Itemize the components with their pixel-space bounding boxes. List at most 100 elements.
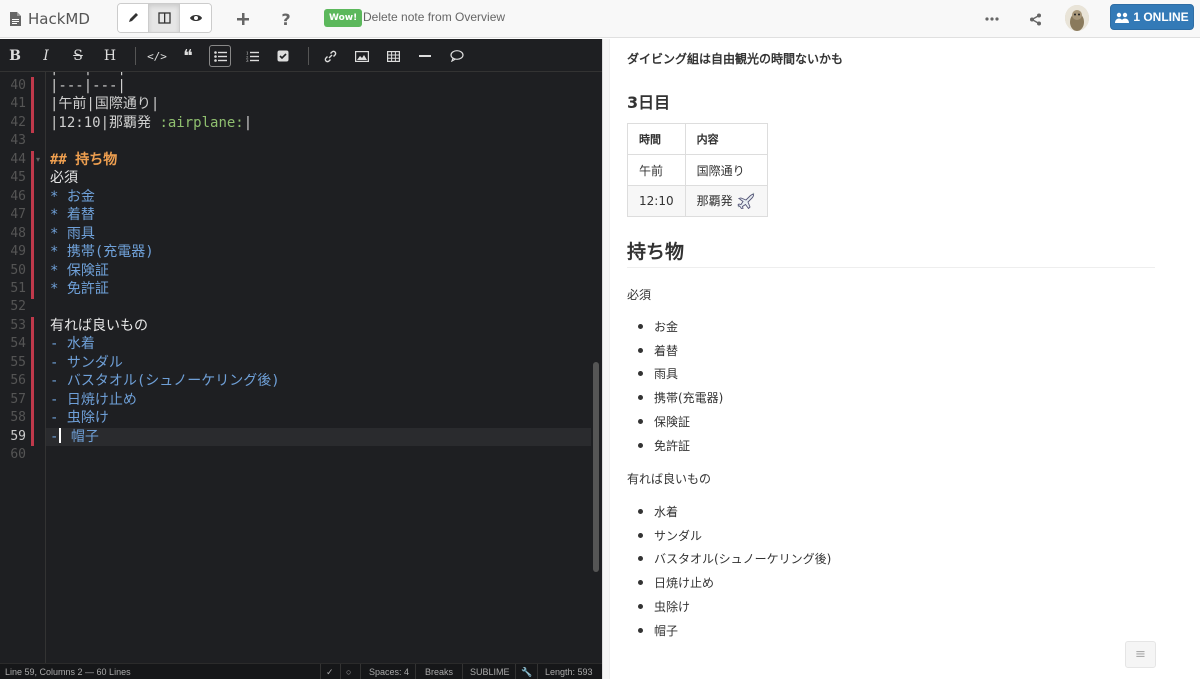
numbered-list-icon[interactable]: 123 [241,45,263,67]
markdown-editor: B I S H </> ❝ 123 40 41 42 43 44 ▾ 45 46… [0,39,602,679]
brand[interactable]: HackMD [9,8,90,30]
image-icon[interactable] [351,45,373,67]
quote-icon[interactable]: ❝ [177,45,199,67]
line-number: 40 [10,78,26,93]
table-of-contents-button[interactable]: ≡ [1125,641,1156,668]
edit-mode-button[interactable] [118,4,149,32]
eye-icon [189,15,202,21]
view-mode-group [117,3,212,33]
bold-icon[interactable]: B [4,45,26,67]
code-line: |12:10|那覇発 :airplane:| [50,114,252,132]
code-text: |---|---| [50,78,126,94]
schedule-table: 時間 内容 午前 国際通り 12:10 那覇発 [627,123,769,217]
italic-icon[interactable]: I [35,45,57,67]
line-number: 55 [10,354,26,370]
code-line: - 水着 [50,335,95,353]
checkbox-icon[interactable] [272,45,294,67]
online-count: 1 ONLINE [1133,10,1189,24]
line-number: 42 [10,114,26,130]
indent-setting[interactable]: Spaces: 4 [369,667,409,677]
line-number: 49 [10,244,26,260]
departure-cell-text: 那覇発 [696,193,733,208]
user-avatar[interactable] [1065,5,1089,31]
heading-icon[interactable]: H [99,45,121,67]
markdown-preview: ダイビング組は自由観光の時間ないかも 3日目 時間 内容 午前 国際通り 12:… [610,39,1200,679]
code-text: * 携帯(充電器) [50,244,154,261]
change-marker [31,427,34,447]
line-number: 45 [10,170,26,186]
new-note-icon[interactable] [233,9,253,29]
change-marker [31,372,34,392]
table-header-row: 時間 内容 [627,123,769,155]
line-number: 52 [10,299,26,315]
table-header-cell: 時間 [627,123,686,155]
strikethrough-icon[interactable]: S [67,45,89,67]
airplane-icon [736,191,756,212]
code-text: * 免許証 [50,280,109,297]
line-number: 54 [10,336,26,352]
list-item: 携帯(充電器) [637,391,724,406]
link-icon[interactable] [319,45,341,67]
change-marker [31,77,34,96]
code-text: - 日焼け止め [50,391,137,408]
line-number: 43 [10,133,26,149]
online-users-button[interactable]: 1 ONLINE [1110,4,1194,30]
list-item: 保険証 [637,414,691,429]
brand-name: HackMD [28,10,90,28]
share-icon[interactable] [1025,9,1045,29]
horizontal-rule-icon[interactable] [414,45,436,67]
code-text: - 水着 [50,336,95,353]
keymap-setting[interactable]: SUBLIME [470,667,510,677]
change-marker [31,261,34,281]
code-icon[interactable]: </> [146,45,168,67]
change-marker [31,279,34,299]
split-divider[interactable] [602,39,610,679]
code-text: * 雨具 [50,225,95,242]
line-number: 46 [10,188,26,204]
fold-toggle-icon[interactable]: ▾ [36,155,40,164]
code-text: - バスタオル(シュノーケリング後) [50,373,280,390]
day3-heading: 3日目 [627,93,671,112]
code-line: - バスタオル(シュノーケリング後) [50,372,280,390]
line-breaks-toggle[interactable]: Breaks [425,667,453,677]
change-marker [31,316,34,336]
split-mode-button[interactable] [149,4,180,32]
editor-toolbar: B I S H </> ❝ 123 [0,39,602,72]
code-text: |12:10|那覇発 [50,114,160,131]
change-marker [31,95,34,115]
list-item: 着替 [637,343,679,358]
comment-icon[interactable] [446,45,468,67]
wrench-icon[interactable]: 🔧 [521,667,532,678]
table-cell: 午前 [627,154,686,186]
table-icon[interactable] [382,45,404,67]
bullet-list-icon[interactable] [209,45,231,67]
line-number: 44 [10,151,26,167]
announcement-text[interactable]: Delete note from Overview [363,10,505,24]
table-row: 12:10 那覇発 [627,185,769,217]
top-navbar: HackMD ? Wow! Delete note from Overview … [0,0,1200,38]
code-line: 必須 [50,169,78,187]
preview-paragraph: ダイビング組は自由観光の時間ないかも [627,52,844,66]
code-line: - 日焼け止め [50,391,137,409]
code-line: * お金 [50,188,95,206]
code-text: 帽子 [62,428,99,445]
code-area[interactable]: |---|---| |午前|国際通り| |12:10|那覇発 :airplane:|… [46,72,591,663]
users-icon [1115,12,1130,23]
code-text: - 虫除け [50,410,109,427]
editor-scrollbar[interactable] [593,362,599,572]
pencil-icon [129,13,138,22]
help-icon[interactable]: ? [276,9,296,29]
heading-rule [627,267,1155,268]
more-menu-icon[interactable] [982,9,1002,29]
view-mode-button[interactable] [180,4,211,32]
change-marker [31,409,34,429]
code-text: |午前|国際通り| [50,96,160,113]
code-line: |---|---| [50,77,126,95]
check-icon[interactable]: ✓ [326,667,334,678]
file-icon [9,11,22,27]
optional-label: 有れば良いもの [627,472,712,486]
change-marker [31,353,34,373]
editor-status-bar: Line 59, Columns 2 — 60 Lines ✓ ○ Spaces… [0,663,602,679]
code-line: ## 持ち物 [50,151,117,169]
circle-icon[interactable]: ○ [346,667,351,677]
